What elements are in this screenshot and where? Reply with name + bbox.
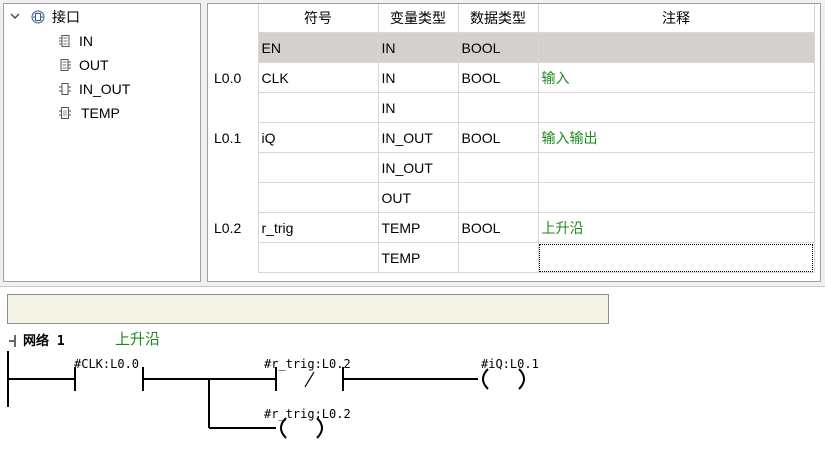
coil-operand-label[interactable]: #iQ:L0.1 (481, 357, 539, 371)
coil-operand-label[interactable]: #r_trig:L0.2 (264, 407, 351, 421)
tree-item-label: OUT (79, 57, 109, 73)
var-type-cell[interactable]: IN (377, 62, 459, 93)
contact-operand-label[interactable]: #r_trig:L0.2 (264, 357, 351, 371)
contact-operand-label[interactable]: #CLK:L0.0 (74, 357, 139, 371)
ladder-editor: 网络 1 上升沿 #CLK:L0.0 #r_trig:L0.2 #iQ:L0.1… (0, 286, 825, 449)
comment-cell[interactable] (537, 182, 815, 213)
temp-section-icon (59, 107, 71, 119)
data-type-column-header[interactable]: 数据类型 (457, 4, 539, 33)
tree-root-label: 接口 (52, 9, 80, 25)
comment-cell[interactable]: 上升沿 (537, 212, 815, 243)
var-type-cell[interactable]: IN_OUT (377, 122, 459, 153)
data-type-cell[interactable]: BOOL (457, 62, 539, 93)
tree-root-interface[interactable]: 接口 (4, 6, 200, 28)
table-row[interactable]: L0.1 iQ IN_OUT BOOL 输入输出 (208, 122, 815, 153)
symbol-cell[interactable]: r_trig (257, 212, 379, 243)
in-section-icon (59, 35, 70, 47)
tree-item-label: TEMP (81, 105, 120, 121)
data-type-cell[interactable]: BOOL (457, 32, 539, 63)
symbol-cell[interactable]: EN (257, 32, 379, 63)
inout-section-icon (59, 83, 71, 95)
symbol-cell[interactable] (257, 92, 379, 123)
address-cell: L0.2 (214, 219, 242, 236)
table-row[interactable]: L0.0 CLK IN BOOL 输入 (208, 62, 815, 93)
tree-item-in-out[interactable]: IN_OUT (4, 78, 200, 100)
tree-item-label: IN (79, 33, 93, 49)
var-type-column-header[interactable]: 变量类型 (377, 4, 459, 33)
comment-cell-focused[interactable] (537, 242, 815, 273)
data-type-cell[interactable]: BOOL (457, 212, 539, 243)
address-column-header (208, 4, 258, 33)
address-cell: L0.1 (214, 129, 242, 146)
tree-item-temp[interactable]: TEMP (4, 102, 200, 124)
var-type-cell[interactable]: OUT (377, 182, 459, 213)
data-type-cell[interactable] (457, 182, 539, 213)
tree-item-label: IN_OUT (79, 81, 131, 97)
comment-cell[interactable] (537, 92, 815, 123)
address-cell (208, 153, 258, 183)
symbol-cell[interactable] (257, 152, 379, 183)
interface-table-panel: 符号 变量类型 数据类型 注释 EN IN BOOL L0.0 CLK IN B… (207, 3, 821, 282)
table-row[interactable]: OUT (208, 182, 815, 213)
symbol-column-header[interactable]: 符号 (257, 4, 379, 33)
var-type-cell[interactable]: IN (377, 32, 459, 63)
coil-output[interactable] (482, 368, 525, 390)
address-cell (208, 183, 258, 213)
comment-column-header[interactable]: 注释 (537, 4, 815, 33)
var-type-cell[interactable]: TEMP (377, 212, 459, 243)
tree-item-out[interactable]: OUT (4, 54, 200, 76)
tree-item-in[interactable]: IN (4, 30, 200, 52)
table-header-row: 符号 变量类型 数据类型 注释 (208, 4, 815, 33)
data-type-cell[interactable]: BOOL (457, 122, 539, 153)
var-type-cell[interactable]: TEMP (377, 242, 459, 273)
coil-output[interactable] (280, 417, 323, 439)
comment-cell[interactable]: 输入输出 (537, 122, 815, 153)
comment-cell[interactable]: 输入 (537, 62, 815, 93)
table-row[interactable]: EN IN BOOL (208, 32, 815, 63)
interface-table: 符号 变量类型 数据类型 注释 EN IN BOOL L0.0 CLK IN B… (208, 4, 815, 273)
interface-icon (31, 10, 45, 24)
data-type-cell[interactable] (457, 92, 539, 123)
address-cell (208, 243, 258, 273)
comment-cell[interactable] (537, 32, 815, 63)
var-type-cell[interactable]: IN_OUT (377, 152, 459, 183)
symbol-cell[interactable] (257, 242, 379, 273)
symbol-cell[interactable] (257, 182, 379, 213)
symbol-cell[interactable]: CLK (257, 62, 379, 93)
table-row[interactable]: L0.2 r_trig TEMP BOOL 上升沿 (208, 212, 815, 243)
address-cell (208, 93, 258, 123)
table-row[interactable]: IN (208, 92, 815, 123)
table-row[interactable]: IN_OUT (208, 152, 815, 183)
address-cell (208, 33, 258, 63)
interface-tree: 接口 IN OUT IN_OUT TEMP (3, 3, 201, 282)
table-row[interactable]: TEMP (208, 242, 815, 273)
symbol-cell[interactable]: iQ (257, 122, 379, 153)
comment-cell[interactable] (537, 152, 815, 183)
data-type-cell[interactable] (457, 242, 539, 273)
data-type-cell[interactable] (457, 152, 539, 183)
out-section-icon (60, 59, 71, 71)
var-type-cell[interactable]: IN (377, 92, 459, 123)
address-cell: L0.0 (214, 69, 242, 86)
chevron-down-icon[interactable] (10, 11, 20, 21)
